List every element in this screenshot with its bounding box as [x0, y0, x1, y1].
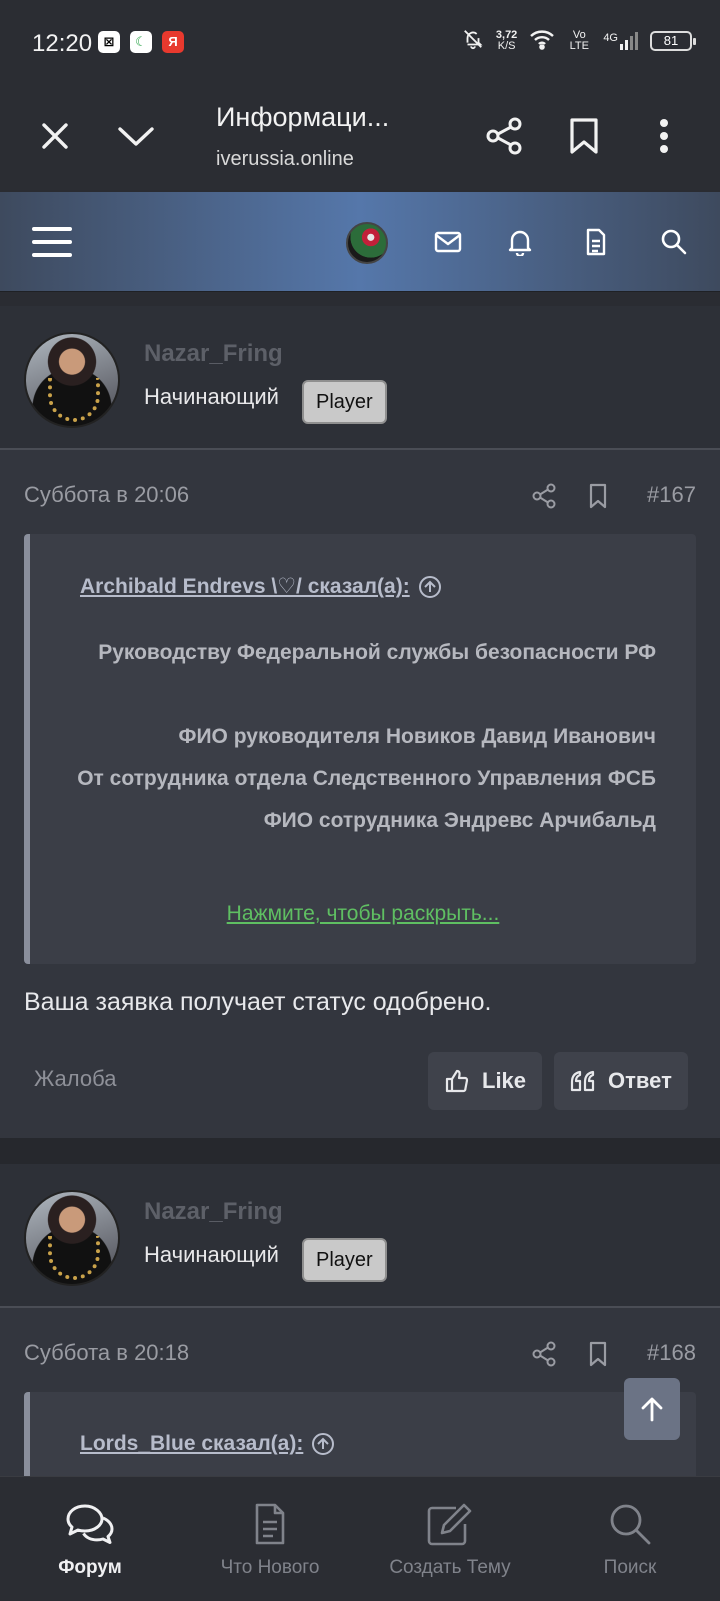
- edit-icon: [426, 1499, 474, 1549]
- yandex-icon: Я: [162, 31, 184, 53]
- browser-toolbar: Информаци... iverussia.online: [0, 90, 720, 190]
- share-icon[interactable]: [476, 108, 532, 164]
- quote-block: Lords_Blue сказал(а):: [24, 1392, 696, 1482]
- close-icon[interactable]: [27, 108, 83, 164]
- share-icon[interactable]: [526, 1336, 562, 1372]
- post-date[interactable]: Суббота в 20:18: [24, 1340, 189, 1366]
- quote-line: ФИО руководителя Новиков Давид Иванович: [178, 725, 656, 748]
- author-username[interactable]: Nazar_Fring: [144, 340, 283, 368]
- forum-icon: [65, 1499, 115, 1549]
- tab-label: Создать Тему: [389, 1557, 511, 1578]
- status-bar: 12:20 ⊠ ☾ Я 3,72 K/S Vo LTE 4G 81: [0, 0, 720, 90]
- like-button[interactable]: Like: [428, 1052, 543, 1110]
- post-author-block: Nazar_Fring Начинающий Player: [0, 1164, 720, 1308]
- document-icon[interactable]: [568, 214, 624, 270]
- quote-expand-link[interactable]: Нажмите, чтобы раскрыть...: [30, 902, 696, 926]
- tab-label: Форум: [58, 1557, 122, 1578]
- bookmark-icon[interactable]: [580, 1336, 616, 1372]
- arrow-up-circle-icon[interactable]: [311, 1432, 335, 1456]
- tab-label: Поиск: [603, 1557, 657, 1578]
- page-title: Информаци...: [216, 102, 390, 132]
- post-167: Nazar_Fring Начинающий Player Суббота в …: [0, 306, 720, 1138]
- volte-label: Vo LTE: [569, 28, 589, 52]
- capcut-icon: ⊠: [98, 31, 120, 53]
- quote-line: От сотрудника отдела Следственного Управ…: [77, 767, 656, 790]
- hamburger-menu-icon[interactable]: [24, 214, 80, 270]
- bell-icon[interactable]: [492, 214, 548, 270]
- bookmark-icon[interactable]: [556, 108, 612, 164]
- wifi-icon: [529, 28, 555, 53]
- status-time: 12:20: [32, 30, 93, 57]
- mail-icon[interactable]: [420, 214, 476, 270]
- whatsapp-icon: ☾: [130, 31, 152, 53]
- author-avatar[interactable]: [24, 332, 120, 428]
- share-icon[interactable]: [526, 478, 562, 514]
- quote-line: ФИО сотрудника Эндревс Арчибальд: [263, 809, 656, 832]
- quote-author[interactable]: Archibald Endrevs \♡/ сказал(а):: [80, 574, 442, 599]
- arrow-up-circle-icon[interactable]: [418, 575, 442, 599]
- more-options-icon[interactable]: [636, 108, 692, 164]
- quote-marks-icon: [570, 1070, 595, 1092]
- user-avatar[interactable]: [346, 222, 388, 264]
- arrow-up-icon: [641, 1397, 663, 1422]
- signal-icon: 4G: [603, 31, 638, 50]
- search-icon: [608, 1499, 652, 1549]
- mute-bell-icon: [462, 28, 484, 53]
- tab-create-thread[interactable]: Создать Тему: [360, 1477, 540, 1601]
- quote-body: Руководству Федеральной службы безопасно…: [70, 632, 656, 842]
- search-icon[interactable]: [646, 214, 702, 270]
- author-badge: Player: [302, 1238, 387, 1282]
- tab-whats-new[interactable]: Что Нового: [180, 1477, 360, 1601]
- author-badge: Player: [302, 380, 387, 424]
- post-168: Nazar_Fring Начинающий Player Суббота в …: [0, 1164, 720, 1482]
- author-rank: Начинающий: [144, 1242, 279, 1267]
- battery-icon: 81: [650, 30, 696, 51]
- tab-search[interactable]: Поиск: [540, 1477, 720, 1601]
- post-separator: [0, 1138, 720, 1164]
- author-avatar[interactable]: [24, 1190, 120, 1286]
- quote-block: Archibald Endrevs \♡/ сказал(а): Руковод…: [24, 534, 696, 964]
- post-date[interactable]: Суббота в 20:06: [24, 482, 189, 508]
- post-message: Ваша заявка получает статус одобрено.: [24, 988, 492, 1016]
- net-speed: 3,72 K/S: [495, 28, 518, 52]
- scroll-to-top-button[interactable]: [624, 1378, 680, 1440]
- quote-author[interactable]: Lords_Blue сказал(а):: [80, 1432, 335, 1456]
- status-indicators: 3,72 K/S Vo LTE 4G 81: [462, 28, 696, 53]
- bottom-tab-bar: Форум Что Нового Создать Тему Поиск: [0, 1476, 720, 1600]
- thumbs-up-icon: [445, 1069, 469, 1093]
- bookmark-icon[interactable]: [580, 478, 616, 514]
- author-rank: Начинающий: [144, 384, 279, 409]
- post-author-block: Nazar_Fring Начинающий Player: [0, 306, 720, 450]
- chevron-down-icon[interactable]: [108, 108, 164, 164]
- document-icon: [254, 1499, 286, 1549]
- reply-button[interactable]: Ответ: [554, 1052, 688, 1110]
- report-link[interactable]: Жалоба: [34, 1066, 116, 1092]
- tab-forum[interactable]: Форум: [0, 1477, 180, 1601]
- post-number[interactable]: #167: [647, 482, 696, 508]
- tab-label: Что Нового: [220, 1557, 320, 1578]
- post-number[interactable]: #168: [647, 1340, 696, 1366]
- page-url[interactable]: iverussia.online: [216, 148, 354, 171]
- quote-line: Руководству Федеральной службы безопасно…: [98, 641, 656, 664]
- author-username[interactable]: Nazar_Fring: [144, 1198, 283, 1226]
- site-navbar: [0, 192, 720, 292]
